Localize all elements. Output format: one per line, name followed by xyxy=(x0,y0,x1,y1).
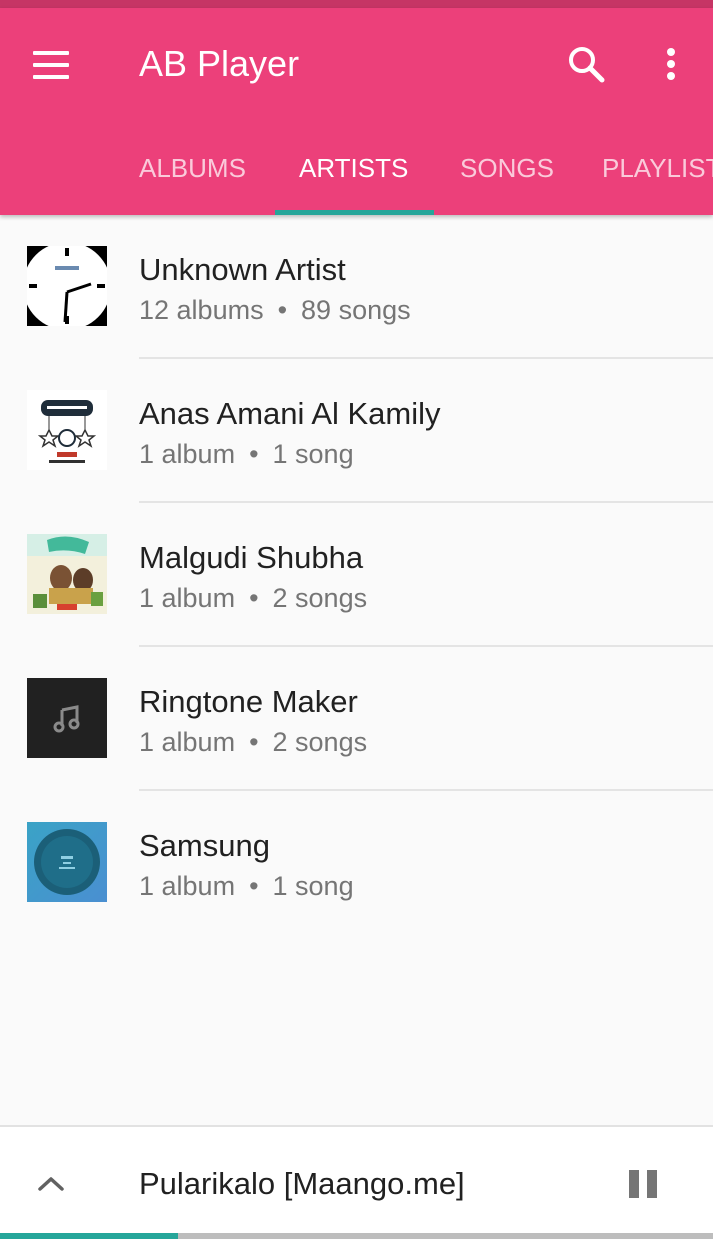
separator-dot: • xyxy=(249,727,259,757)
artist-name: Malgudi Shubha xyxy=(139,540,364,575)
album-count: 1 album xyxy=(139,439,236,469)
separator-dot: • xyxy=(277,295,288,325)
chevron-up-icon[interactable] xyxy=(26,1159,76,1209)
artist-meta: 1 album • 1 song xyxy=(139,869,354,903)
artist-meta: 12 albums • 89 songs xyxy=(139,293,411,327)
artist-row[interactable]: Anas Amani Al Kamily 1 album • 1 song xyxy=(0,359,713,503)
artist-thumbnail xyxy=(27,246,107,326)
now-playing-bar[interactable]: Pularikalo [Maango.me] xyxy=(0,1125,713,1239)
song-count: 89 songs xyxy=(301,295,411,325)
artist-meta: 1 album • 1 song xyxy=(139,437,354,471)
hamburger-menu-icon[interactable] xyxy=(24,38,78,92)
album-count: 1 album xyxy=(139,871,236,901)
song-count: 1 song xyxy=(272,871,354,901)
artist-name: Anas Amani Al Kamily xyxy=(139,396,441,431)
song-count: 2 songs xyxy=(272,583,368,613)
separator-dot: • xyxy=(249,439,259,469)
tab-playlists[interactable]: PLAYLISTS xyxy=(602,148,713,188)
album-count: 1 album xyxy=(139,583,236,613)
artist-row[interactable]: Unknown Artist 12 albums • 89 songs xyxy=(0,215,713,359)
separator-dot: • xyxy=(249,871,259,901)
album-count: 12 albums xyxy=(139,295,264,325)
album-count: 1 album xyxy=(139,727,236,757)
playback-progress-fill xyxy=(0,1233,179,1239)
separator-dot: • xyxy=(249,583,259,613)
app-title: AB Player xyxy=(139,43,300,84)
tab-albums[interactable]: ALBUMS xyxy=(139,148,246,188)
artist-thumbnail xyxy=(27,390,107,470)
song-count: 2 songs xyxy=(272,727,368,757)
more-vertical-icon[interactable] xyxy=(648,36,694,92)
playback-progress-bar[interactable] xyxy=(0,1233,713,1239)
artist-name: Ringtone Maker xyxy=(139,684,358,719)
artist-thumbnail xyxy=(27,678,107,758)
artist-meta: 1 album • 2 songs xyxy=(139,725,367,759)
artist-thumbnail xyxy=(27,822,107,902)
artist-meta: 1 album • 2 songs xyxy=(139,581,367,615)
song-count: 1 song xyxy=(272,439,354,469)
search-icon[interactable] xyxy=(558,36,614,92)
app-bar: AB Player ALBUMS ARTISTS SONGS PLAYLISTS xyxy=(0,8,713,215)
artist-row[interactable]: Malgudi Shubha 1 album • 2 songs xyxy=(0,503,713,647)
artist-name: Unknown Artist xyxy=(139,252,346,287)
artist-row[interactable]: Samsung 1 album • 1 song xyxy=(0,791,713,935)
artist-row[interactable]: Ringtone Maker 1 album • 2 songs xyxy=(0,647,713,791)
tab-songs[interactable]: SONGS xyxy=(460,148,554,188)
tab-artists[interactable]: ARTISTS xyxy=(299,148,408,188)
status-bar-strip xyxy=(0,0,713,8)
artist-name: Samsung xyxy=(139,828,270,863)
pause-icon[interactable] xyxy=(618,1159,668,1209)
now-playing-title: Pularikalo [Maango.me] xyxy=(139,1166,465,1201)
artist-thumbnail xyxy=(27,534,107,614)
